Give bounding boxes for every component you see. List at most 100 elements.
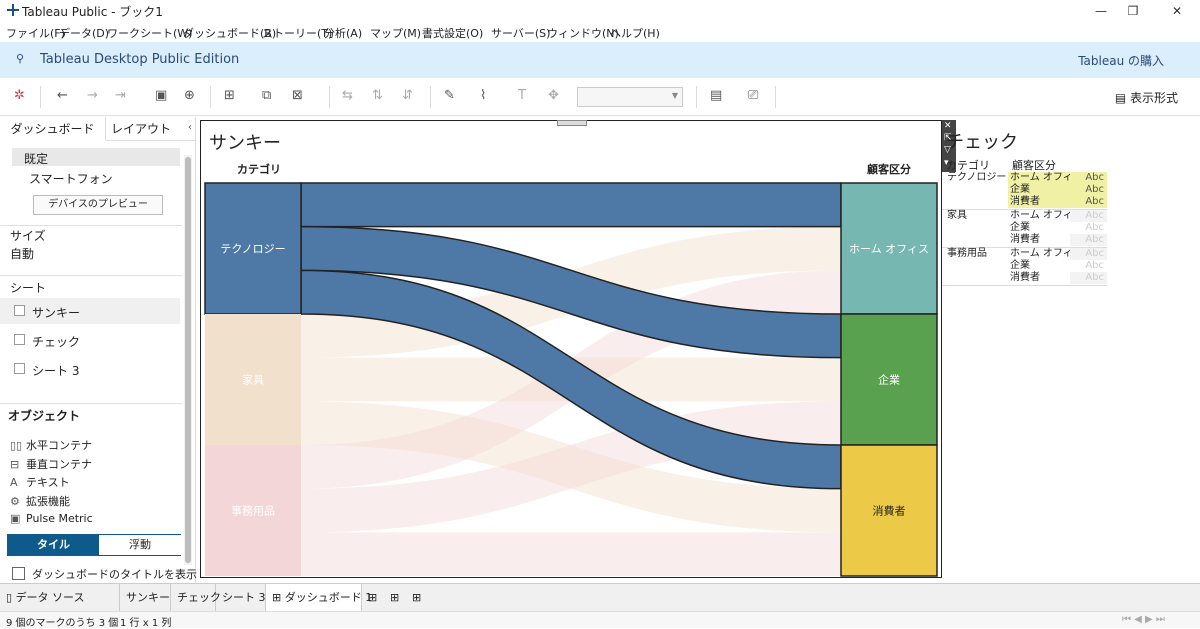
- menu-window[interactable]: ウィンドウ(N): [547, 25, 619, 41]
- tab-check[interactable]: チェック: [171, 584, 221, 612]
- show-title-checkbox[interactable]: [12, 567, 25, 580]
- pin-icon: ⚲: [16, 52, 25, 65]
- sankey-target-label[interactable]: 企業: [878, 373, 900, 387]
- show-me-button[interactable]: ▤ 表示形式: [1115, 89, 1178, 106]
- add-datasource-icon[interactable]: ⊕: [184, 88, 195, 103]
- menu-story[interactable]: ストーリー(T): [262, 25, 332, 41]
- window-title: Tableau Public - ブック1: [22, 5, 163, 19]
- object-extension[interactable]: ⚙ 拡張機能: [10, 493, 70, 509]
- close-button[interactable]: ✕: [1160, 0, 1194, 22]
- float-button[interactable]: 浮動: [99, 535, 181, 555]
- check-abc-cell[interactable]: Abc: [1070, 184, 1107, 196]
- new-dashboard-icon[interactable]: ⊞: [384, 584, 406, 612]
- fit-dropdown[interactable]: ▼: [577, 87, 683, 107]
- device-default[interactable]: 既定: [24, 150, 48, 167]
- sankey-source-label[interactable]: 家具: [242, 373, 264, 387]
- chevron-down-icon: ▼: [671, 91, 678, 100]
- redo-icon[interactable]: ⇥: [115, 88, 126, 103]
- menu-help[interactable]: ヘルプ(H): [610, 25, 660, 41]
- check-abc-cell[interactable]: Abc: [1070, 248, 1107, 260]
- sankey-link[interactable]: [301, 532, 841, 576]
- buy-link[interactable]: Tableau の購入: [1078, 52, 1164, 69]
- presentation-icon[interactable]: ⎚: [748, 88, 758, 103]
- sheet-item-sheet3[interactable]: シート 3: [0, 356, 180, 382]
- check-segment-cell: 企業: [1008, 184, 1070, 196]
- device-preview-button[interactable]: デバイスのプレビュー: [33, 195, 163, 215]
- tab-data-source[interactable]: ▯ データ ソース: [0, 584, 120, 612]
- sankey-source-label[interactable]: テクノロジー: [220, 243, 285, 256]
- tab-dashboard1[interactable]: ⊞ ダッシュボード 1: [266, 584, 372, 612]
- menu-analysis[interactable]: 分析(A): [324, 25, 362, 41]
- sankey-source-label[interactable]: 事務用品: [231, 504, 275, 518]
- dashboard-icon: ⊞: [272, 591, 285, 604]
- new-story-icon[interactable]: ⊞: [406, 584, 428, 612]
- object-pulse-metric[interactable]: ▣ Pulse Metric: [10, 512, 93, 525]
- back-icon[interactable]: ←: [57, 88, 68, 103]
- show-cards-icon[interactable]: ▤: [710, 88, 722, 103]
- check-abc-cell[interactable]: Abc: [1070, 260, 1107, 272]
- menu-map[interactable]: マップ(M): [370, 25, 421, 41]
- tab-dashboard[interactable]: ダッシュボード: [0, 117, 106, 141]
- check-zone[interactable]: チェック カテゴリ 顧客区分 テクノロジー ホーム オフィス Abc 企業 Abc 消費者…: [942, 120, 1200, 420]
- new-sheet-icon[interactable]: ⊞: [362, 584, 384, 612]
- sheet-item-check[interactable]: チェック: [0, 327, 180, 353]
- sankey-target-label[interactable]: 消費者: [873, 504, 906, 518]
- collapse-icon[interactable]: ‹: [188, 122, 192, 133]
- object-vertical-container[interactable]: ⊟ 垂直コンテナ: [10, 456, 92, 472]
- divider: [0, 275, 182, 276]
- forward-icon[interactable]: →: [87, 88, 98, 103]
- new-sheet-icon[interactable]: ⊞: [224, 88, 235, 103]
- device-phone[interactable]: スマートフォン: [29, 170, 113, 187]
- sheet-icon: [14, 334, 25, 345]
- check-abc-cell[interactable]: Abc: [1070, 222, 1107, 234]
- show-me-icon: ▤: [1114, 91, 1130, 105]
- swap-icon[interactable]: ⇆: [342, 88, 353, 103]
- segment-header: 顧客区分: [867, 163, 911, 176]
- check-category-cell: テクノロジー: [947, 172, 1007, 183]
- highlight-icon[interactable]: ✎: [444, 88, 455, 103]
- object-text[interactable]: A テキスト: [10, 474, 70, 490]
- menu-data[interactable]: データ(D): [59, 25, 109, 41]
- menu-file[interactable]: ファイル(F): [6, 25, 65, 41]
- sankey-link[interactable]: [300, 182, 842, 228]
- tab-layout[interactable]: レイアウト: [106, 117, 176, 141]
- tableau-icon[interactable]: ✲: [14, 88, 25, 103]
- clear-icon[interactable]: ⊠: [292, 88, 303, 103]
- labels-icon[interactable]: T: [518, 88, 526, 103]
- drag-handle[interactable]: [557, 120, 587, 126]
- sheet-item-sankey[interactable]: サンキー: [0, 298, 180, 324]
- check-abc-cell[interactable]: Abc: [1070, 234, 1107, 246]
- toolbar-separator: [430, 86, 431, 108]
- group-icon[interactable]: ⌇: [480, 88, 486, 103]
- check-abc-cell[interactable]: Abc: [1070, 272, 1107, 284]
- check-abc-cell[interactable]: Abc: [1070, 172, 1107, 184]
- minimize-button[interactable]: —: [1084, 0, 1118, 22]
- check-abc-cell[interactable]: Abc: [1070, 210, 1107, 222]
- object-horizontal-container[interactable]: ▯▯ 水平コンテナ: [10, 437, 92, 453]
- sankey-chart[interactable]: テクノロジー家具事務用品 ホーム オフィス企業消費者: [201, 121, 943, 579]
- menu-server[interactable]: サーバー(S): [491, 25, 550, 41]
- sort-desc-icon[interactable]: ⇵: [402, 88, 413, 103]
- scrollbar-thumb[interactable]: [185, 157, 191, 563]
- sankey-zone[interactable]: テクノロジー 家具 事務用品 ホーム オフィス 企業 消費者 サンキー カテゴリ 顧客区分: [200, 120, 942, 578]
- pane-scrollbar[interactable]: [184, 155, 192, 565]
- check-abc-cell[interactable]: Abc: [1070, 196, 1107, 208]
- menu-worksheet[interactable]: ワークシート(W): [107, 25, 192, 41]
- tile-button[interactable]: タイル: [8, 535, 99, 555]
- text-icon: A: [10, 476, 18, 489]
- sheets-label: シート: [10, 281, 47, 295]
- fix-axes-icon[interactable]: ✥: [548, 88, 559, 103]
- check-segment-cell: 企業: [1010, 222, 1030, 233]
- duplicate-icon[interactable]: ⧉: [262, 88, 271, 103]
- save-icon[interactable]: ▣: [155, 88, 167, 103]
- tab-sankey[interactable]: サンキー: [120, 584, 171, 612]
- size-value[interactable]: 自動: [10, 245, 34, 262]
- menu-format[interactable]: 書式設定(O): [422, 25, 483, 41]
- nav-arrows-icon[interactable]: ⏮ ◀ ▶ ⏭: [1122, 614, 1165, 625]
- pulse-metric-icon: ▣: [10, 512, 21, 525]
- sankey-target-label[interactable]: ホーム オフィス: [849, 243, 929, 256]
- size-label: サイズ: [10, 229, 46, 243]
- tab-sheet3[interactable]: シート 3: [216, 584, 266, 612]
- sort-asc-icon[interactable]: ⇅: [372, 88, 383, 103]
- restore-button[interactable]: ❐: [1116, 0, 1150, 22]
